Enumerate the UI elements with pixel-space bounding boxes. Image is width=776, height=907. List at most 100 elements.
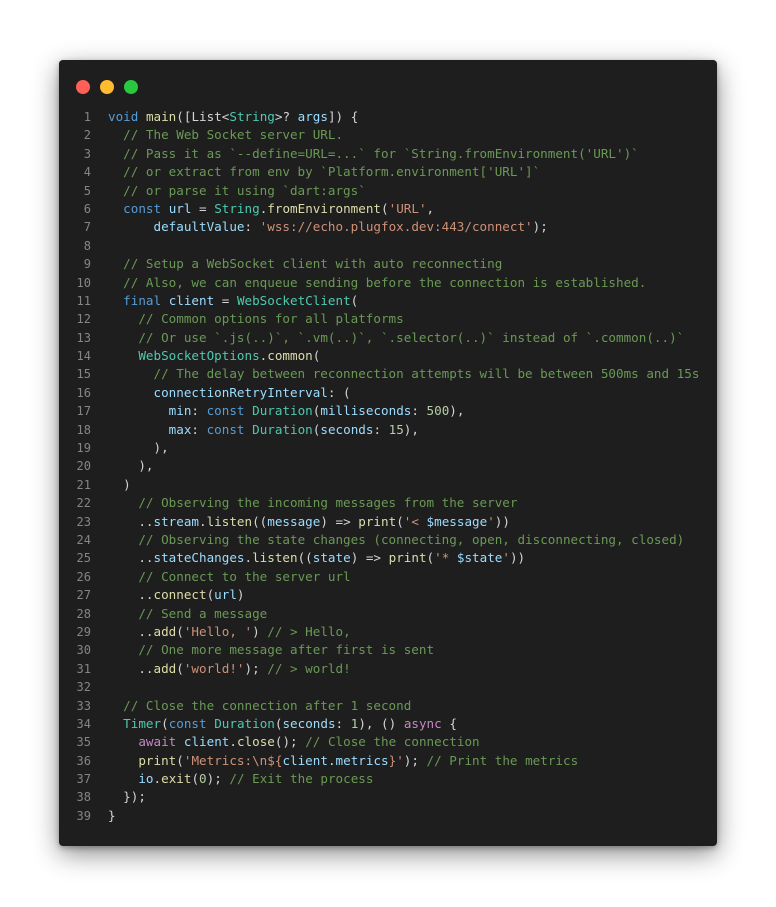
code-token: ( <box>381 200 389 216</box>
code-text: // One more message after first is sent <box>108 641 434 659</box>
code-line: 6 const url = String.fromEnvironment('UR… <box>59 200 717 218</box>
line-number: 12 <box>76 312 91 327</box>
code-token: defaultValue <box>153 219 245 235</box>
line-number: 35 <box>76 735 91 750</box>
code-token: // > Hello, <box>267 623 351 639</box>
line-number: 32 <box>76 680 91 695</box>
line-number: 21 <box>76 477 91 492</box>
code-token: WebSocketClient <box>236 292 351 308</box>
code-token: ); <box>206 771 230 787</box>
code-text: ) <box>108 476 131 494</box>
code-token: . <box>244 550 253 566</box>
code-line: 14 WebSocketOptions.common( <box>59 347 717 365</box>
code-token: )) <box>494 513 510 529</box>
code-token: (); <box>274 734 306 750</box>
code-text: // Common options for all platforms <box>108 310 404 328</box>
code-token: message <box>267 513 321 529</box>
code-token: listen <box>206 513 253 529</box>
code-token: // Setup a WebSocket client with auto re… <box>123 256 503 272</box>
code-token: Duration <box>252 421 313 437</box>
code-line: 15 // The delay between reconnection att… <box>59 365 717 383</box>
code-token: stream <box>153 513 200 529</box>
code-token: ' <box>487 513 495 529</box>
code-token: ); <box>244 660 268 676</box>
code-token: )) <box>509 550 526 566</box>
code-token: ( <box>161 715 169 731</box>
code-token: 'world!' <box>183 660 245 676</box>
code-text: print('Metrics:\n${client.metrics}'); //… <box>108 752 578 770</box>
code-line: 5 // or parse it using `dart:args` <box>59 182 717 200</box>
line-number: 15 <box>76 367 91 382</box>
code-token: client <box>183 734 230 750</box>
code-token: // or parse it using `dart:args` <box>123 182 366 198</box>
minimize-dot-icon[interactable] <box>100 80 114 94</box>
code-line: 34 Timer(const Duration(seconds: 1), () … <box>59 715 717 733</box>
code-token: 'Metrics:\n${ <box>183 752 283 768</box>
line-number: 9 <box>83 257 91 272</box>
line-number: 22 <box>76 496 91 511</box>
code-text: const url = String.fromEnvironment('URL'… <box>108 200 434 218</box>
code-token: ( <box>176 660 184 676</box>
code-token: = <box>191 200 215 216</box>
code-line: 26 // Connect to the server url <box>59 568 717 586</box>
code-token: , <box>426 200 435 216</box>
code-token: await <box>138 734 177 750</box>
close-dot-icon[interactable] <box>76 80 90 94</box>
code-token: String <box>214 200 260 216</box>
code-line: 37 io.exit(0); // Exit the process <box>59 770 717 788</box>
code-text: ), <box>108 439 168 457</box>
code-token: // Or use `.js(..)`, `.vm(..)`, `.select… <box>138 329 685 345</box>
line-number: 25 <box>76 551 91 566</box>
code-token: . <box>229 734 237 750</box>
code-token: = <box>214 292 237 308</box>
line-number: 18 <box>76 422 91 437</box>
line-number: 14 <box>76 349 91 364</box>
code-token: // Observing the incoming messages from … <box>138 495 518 511</box>
code-token: .. <box>108 550 154 566</box>
code-line: 21 ) <box>59 476 717 494</box>
code-token: ( <box>191 771 200 787</box>
code-token: stateChanges <box>153 550 245 566</box>
code-line: 10 // Also, we can enqueue sending befor… <box>59 274 717 292</box>
code-token: connectionRetryInterval <box>153 384 328 400</box>
code-token: ) => <box>320 513 359 529</box>
code-token: ) <box>108 476 131 492</box>
line-number: 8 <box>83 238 91 253</box>
code-token: >? <box>274 109 298 124</box>
code-token: connect <box>153 587 207 603</box>
code-line: 35 await client.close(); // Close the co… <box>59 733 717 751</box>
code-line: 16 connectionRetryInterval: ( <box>59 384 717 402</box>
code-text: }); <box>108 788 146 806</box>
code-token: ), () <box>358 715 404 731</box>
code-line: 24 // Observing the state changes (conne… <box>59 531 717 549</box>
line-number: 3 <box>83 146 91 161</box>
line-number: 24 <box>76 532 91 547</box>
code-token: (( <box>252 513 268 529</box>
code-token: }' <box>388 752 404 768</box>
code-token: // Close the connection after 1 second <box>123 697 412 713</box>
code-token: : <box>335 715 351 731</box>
code-line: 38 }); <box>59 788 717 806</box>
code-text: // Or use `.js(..)`, `.vm(..)`, `.select… <box>108 329 684 347</box>
code-text: // Observing the incoming messages from … <box>108 494 517 512</box>
code-token: void <box>108 109 139 124</box>
code-token: . <box>327 752 336 768</box>
code-token: // Common options for all platforms <box>138 311 404 327</box>
code-token: print <box>358 513 397 529</box>
code-token: add <box>153 660 177 676</box>
code-token: fromEnvironment <box>267 200 382 216</box>
maximize-dot-icon[interactable] <box>124 80 138 94</box>
code-token: // Also, we can enqueue sending before t… <box>123 274 647 290</box>
line-number: 28 <box>76 606 91 621</box>
code-token: exit <box>161 771 192 787</box>
code-token: // Close the connection <box>305 734 480 750</box>
